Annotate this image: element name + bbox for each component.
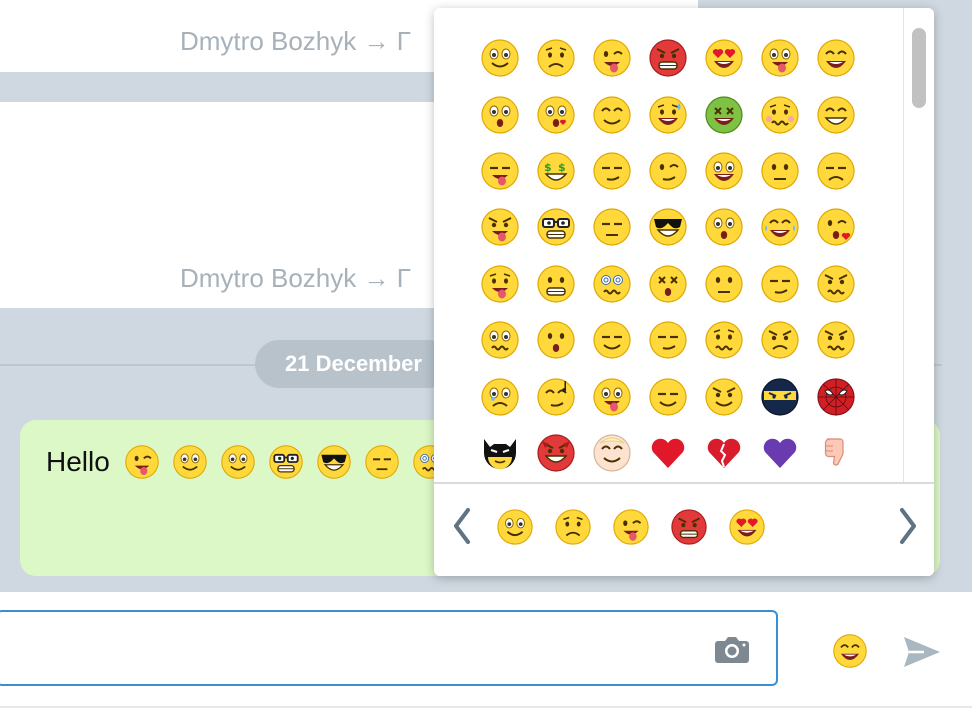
laugh-icon	[832, 633, 868, 669]
thumbs-down-emoji-icon[interactable]	[808, 425, 864, 481]
teary-puppy-emoji-icon[interactable]	[472, 368, 528, 424]
unamused-emoji-icon[interactable]	[640, 312, 696, 368]
svg-text:$: $	[544, 161, 552, 174]
nerd-glasses-emoji-icon[interactable]	[528, 199, 584, 255]
content-emoji-icon[interactable]	[584, 86, 640, 142]
worried-blush-emoji-icon[interactable]	[752, 86, 808, 142]
angel-emoji-icon[interactable]	[584, 425, 640, 481]
batman-emoji-icon[interactable]	[472, 425, 528, 481]
chevron-left-icon[interactable]	[448, 504, 476, 548]
angry-red-emoji-icon[interactable]	[670, 508, 708, 546]
date-separator: 21 December	[255, 340, 452, 388]
laugh-tears-emoji-icon[interactable]	[752, 199, 808, 255]
angry-tongue-emoji-icon	[220, 444, 256, 480]
x-eyes-emoji-icon[interactable]	[640, 256, 696, 312]
annoyed-emoji-icon[interactable]	[808, 256, 864, 312]
divider	[0, 706, 972, 708]
purple-heart-emoji-icon[interactable]	[752, 425, 808, 481]
shocked-emoji-icon[interactable]	[472, 86, 528, 142]
smirk-emoji-icon[interactable]	[584, 143, 640, 199]
route-text: Dmytro Bozhyk → Г	[180, 263, 411, 293]
wink-emoji-icon[interactable]	[640, 143, 696, 199]
red-heart-emoji-icon[interactable]	[640, 425, 696, 481]
emoji-picker-footer	[434, 482, 934, 576]
neutral-emoji-icon[interactable]	[696, 256, 752, 312]
composer	[0, 592, 972, 710]
tongue-out-emoji-icon[interactable]	[472, 256, 528, 312]
ninja-emoji-icon[interactable]	[752, 368, 808, 424]
frustrated-emoji-icon[interactable]	[808, 312, 864, 368]
emoji-picker: $ $	[434, 8, 934, 576]
message-input[interactable]	[0, 610, 778, 686]
scrollbar-thumb[interactable]	[912, 28, 926, 108]
emoji-grid: $ $	[472, 30, 902, 482]
send-button[interactable]	[902, 634, 942, 670]
send-icon	[904, 637, 940, 667]
devilish-emoji-icon[interactable]	[696, 368, 752, 424]
smile-emoji-icon[interactable]	[496, 508, 534, 546]
money-eyes-emoji-icon[interactable]: $ $	[528, 143, 584, 199]
smile-emoji-icon[interactable]	[472, 30, 528, 86]
emoji-button[interactable]	[832, 633, 868, 669]
surprised-emoji-icon[interactable]	[696, 199, 752, 255]
meh-emoji-icon[interactable]	[584, 199, 640, 255]
sad-emoji-icon[interactable]	[528, 30, 584, 86]
grimace-emoji-icon[interactable]	[528, 256, 584, 312]
meh-emoji-icon	[364, 444, 400, 480]
half-smile-emoji-icon[interactable]	[584, 312, 640, 368]
angry-emoji-icon[interactable]	[752, 312, 808, 368]
route-text: Dmytro Bozhyk → Г	[180, 26, 411, 56]
wink-tongue-emoji-icon	[124, 444, 160, 480]
music-note-emoji-icon[interactable]	[528, 368, 584, 424]
laugh-emoji-icon[interactable]	[808, 30, 864, 86]
devil-emoji-icon[interactable]	[528, 425, 584, 481]
heart-eyes-emoji-icon[interactable]	[728, 508, 766, 546]
pensive-emoji-icon[interactable]	[808, 143, 864, 199]
dizzy-emoji-icon[interactable]	[584, 256, 640, 312]
angry-red-emoji-icon[interactable]	[640, 30, 696, 86]
smile-emoji-icon	[172, 444, 208, 480]
sunglasses-emoji-icon	[316, 444, 352, 480]
sick-green-emoji-icon[interactable]	[696, 86, 752, 142]
broken-heart-emoji-icon[interactable]	[696, 425, 752, 481]
wink-tongue-emoji-icon[interactable]	[584, 30, 640, 86]
svg-text:$: $	[558, 161, 566, 174]
smug-emoji-icon[interactable]	[640, 368, 696, 424]
scared-open-emoji-icon[interactable]	[696, 143, 752, 199]
frown-emoji-icon[interactable]	[752, 143, 808, 199]
furious-tongue-emoji-icon[interactable]	[472, 199, 528, 255]
rolling-eyes-emoji-icon[interactable]	[752, 256, 808, 312]
confused-emoji-icon[interactable]	[472, 312, 528, 368]
crazy-emoji-icon[interactable]	[584, 368, 640, 424]
o-mouth-emoji-icon[interactable]	[528, 312, 584, 368]
tongue-emoji-icon[interactable]	[752, 30, 808, 86]
chevron-right-icon[interactable]	[894, 504, 922, 548]
kiss-lashes-emoji-icon[interactable]	[528, 86, 584, 142]
camera-icon[interactable]	[714, 634, 750, 664]
drool-emoji-icon[interactable]	[472, 143, 528, 199]
recent-emoji-row	[496, 508, 766, 546]
anxious-emoji-icon[interactable]	[696, 312, 752, 368]
heart-eyes-emoji-icon[interactable]	[696, 30, 752, 86]
message-text: Hello	[46, 446, 110, 477]
spider-emoji-icon[interactable]	[808, 368, 864, 424]
nerd-glasses-emoji-icon	[268, 444, 304, 480]
blow-kiss-emoji-icon[interactable]	[808, 199, 864, 255]
sunglasses-emoji-icon[interactable]	[640, 199, 696, 255]
cry-sweat-emoji-icon[interactable]	[640, 86, 696, 142]
sad-emoji-icon[interactable]	[554, 508, 592, 546]
grin-big-emoji-icon[interactable]	[808, 86, 864, 142]
wink-tongue-emoji-icon[interactable]	[612, 508, 650, 546]
